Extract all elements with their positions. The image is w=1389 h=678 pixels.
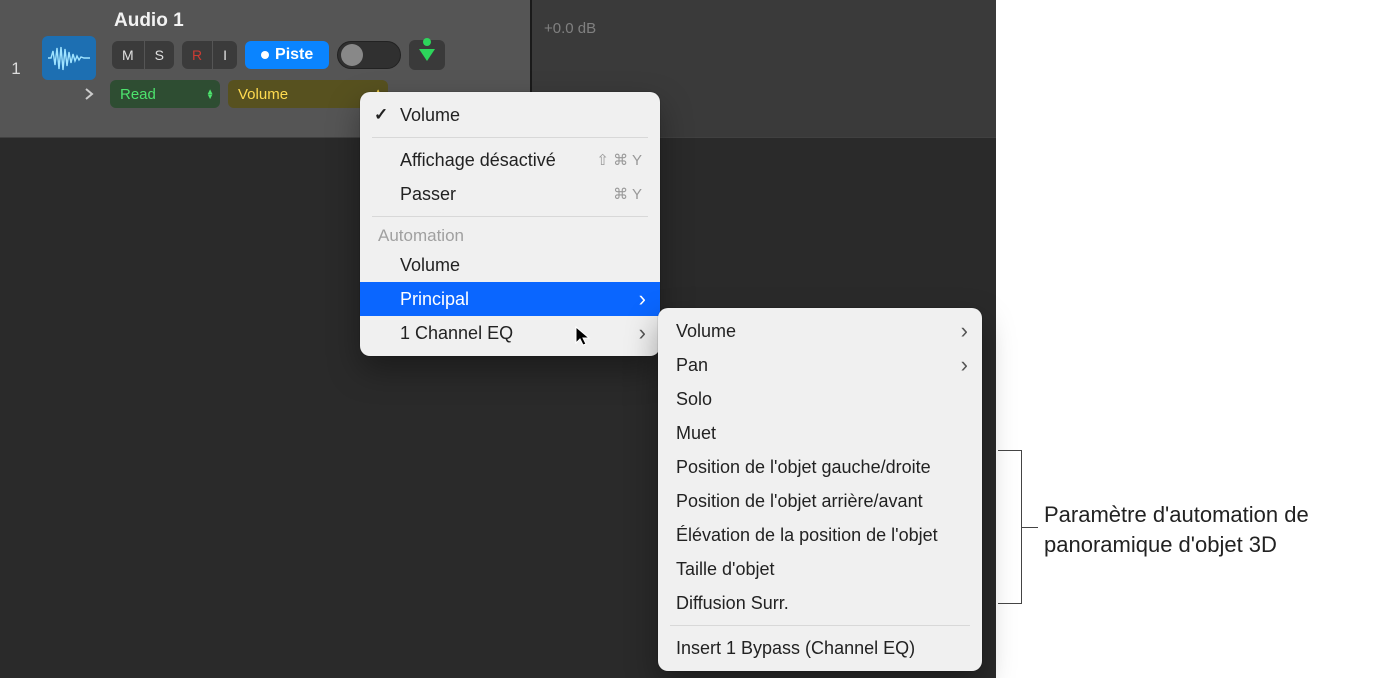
automation-mode-select[interactable]: Read ▲▼: [110, 80, 220, 108]
submenu-item-pan[interactable]: Pan: [658, 348, 982, 382]
menu-item-passer[interactable]: Passer ⌘ Y: [360, 177, 660, 211]
submenu-item-insert-bypass[interactable]: Insert 1 Bypass (Channel EQ): [658, 631, 982, 665]
submenu-item-elevation[interactable]: Élévation de la position de l'objet: [658, 518, 982, 552]
track-mode-button[interactable]: Piste: [245, 41, 329, 69]
solo-button[interactable]: S: [145, 41, 174, 69]
track-mode-label: Piste: [275, 46, 313, 64]
principal-submenu: Volume Pan Solo Muet Position de l'objet…: [658, 308, 982, 671]
menu-item-display-off[interactable]: Affichage désactivé ⇧ ⌘ Y: [360, 143, 660, 177]
menu-separator: [372, 216, 648, 217]
track-number: 1: [0, 0, 32, 137]
mute-button[interactable]: M: [112, 41, 145, 69]
toggle-knob: [341, 44, 363, 66]
callout-bracket: [998, 450, 1022, 604]
menu-separator: [670, 625, 970, 626]
submenu-item-solo[interactable]: Solo: [658, 382, 982, 416]
menu-item-channel-eq[interactable]: 1 Channel EQ: [360, 316, 660, 350]
menu-section-header: Automation: [360, 222, 660, 248]
menu-separator: [372, 137, 648, 138]
submenu-item-pos-fb[interactable]: Position de l'objet arrière/avant: [658, 484, 982, 518]
dot-icon: [261, 51, 269, 59]
menu-item-principal[interactable]: Principal: [360, 282, 660, 316]
stepper-icon: ▲▼: [206, 89, 214, 99]
submenu-item-pos-lr[interactable]: Position de l'objet gauche/droite: [658, 450, 982, 484]
input-monitor-button[interactable]: I: [213, 41, 237, 69]
expand-automation-button[interactable]: [76, 81, 102, 107]
menu-item-label: Affichage désactivé: [400, 150, 556, 171]
track-name[interactable]: Audio 1: [112, 8, 520, 36]
callout-line2: panoramique d'objet 3D: [1044, 532, 1277, 557]
triangle-down-icon: [417, 47, 437, 63]
db-level-label: +0.0 dB: [544, 20, 596, 37]
menu-item-auto-volume[interactable]: Volume: [360, 248, 660, 282]
green-indicator-icon: [423, 38, 431, 46]
record-input-group: R I: [182, 41, 237, 69]
track-type-icon[interactable]: [42, 36, 96, 80]
callout-annotation: Paramètre d'automation de panoramique d'…: [1044, 500, 1309, 559]
submenu-item-size[interactable]: Taille d'objet: [658, 552, 982, 586]
automation-param-label: Volume: [238, 86, 288, 103]
submenu-item-diffusion[interactable]: Diffusion Surr.: [658, 586, 982, 620]
menu-item-label: Passer: [400, 184, 456, 205]
callout-line1: Paramètre d'automation de: [1044, 502, 1309, 527]
submenu-item-muet[interactable]: Muet: [658, 416, 982, 450]
record-enable-button[interactable]: R: [182, 41, 213, 69]
submenu-item-volume[interactable]: Volume: [658, 314, 982, 348]
menu-item-volume-checked[interactable]: Volume: [360, 98, 660, 132]
automation-mode-label: Read: [120, 86, 156, 103]
menu-shortcut: ⇧ ⌘ Y: [572, 151, 642, 169]
automation-disclosure-button[interactable]: [409, 40, 445, 70]
toggle-switch[interactable]: [337, 41, 401, 69]
chevron-right-icon: [84, 88, 94, 100]
mute-solo-group: M S: [112, 41, 174, 69]
callout-line: [1022, 527, 1038, 528]
waveform-icon: [48, 43, 90, 73]
automation-param-menu: Volume Affichage désactivé ⇧ ⌘ Y Passer …: [360, 92, 660, 356]
menu-shortcut: ⌘ Y: [589, 185, 642, 203]
